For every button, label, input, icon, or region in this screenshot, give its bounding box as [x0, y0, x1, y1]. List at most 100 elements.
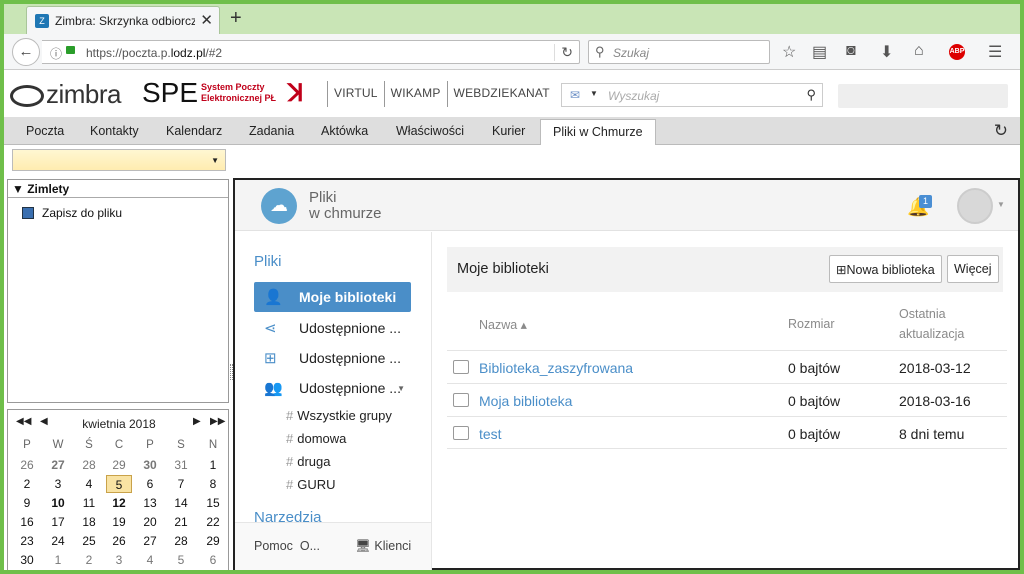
chevron-down-icon[interactable]: ▼ [997, 200, 1005, 209]
calendar-day[interactable]: 26 [12, 456, 42, 474]
tab-aktowka[interactable]: Aktówka [321, 124, 368, 138]
mail-envelope-icon[interactable]: ✉ [570, 88, 580, 102]
group-domowa[interactable]: # domowa [286, 431, 346, 446]
calendar-day[interactable]: 1 [43, 551, 73, 569]
calendar-day[interactable]: 23 [12, 532, 42, 550]
column-size[interactable]: Rozmiar [788, 317, 835, 331]
calendar-day[interactable]: 30 [135, 456, 165, 474]
notification-bell-icon[interactable]: 🔔 1 [907, 195, 932, 218]
nav-shared-2[interactable]: ⊞ Udostępnione ... [254, 343, 411, 373]
calendar-day[interactable]: 29 [198, 532, 228, 550]
more-button[interactable]: Więcej [947, 255, 999, 283]
zimlets-header[interactable]: ▼ Zimlety [8, 180, 228, 198]
table-row[interactable]: Biblioteka_zaszyfrowana 0 bajtów 2018-03-1… [447, 350, 1007, 383]
zimbra-logo[interactable]: zimbra [10, 79, 122, 110]
calendar-day[interactable]: 27 [135, 532, 165, 550]
refresh-icon[interactable]: ↻ [994, 121, 1008, 141]
calendar-day[interactable]: 4 [74, 475, 104, 493]
next-month-icon[interactable]: ▶ [193, 416, 201, 427]
info-icon[interactable]: ⓘ [50, 45, 62, 62]
calendar-day[interactable]: 3 [43, 475, 73, 493]
column-updated-line2[interactable]: aktualizacja [899, 327, 964, 341]
zimlet-save-to-file[interactable]: Zapisz do pliku [22, 206, 122, 220]
calendar-day[interactable]: 26 [104, 532, 134, 550]
nav-shared-3[interactable]: 👥 Udostępnione ... ▼ [254, 373, 411, 403]
close-tab-icon[interactable]: ✕ [200, 11, 213, 29]
calendar-day[interactable]: 5 [166, 551, 196, 569]
calendar-day[interactable]: 4 [135, 551, 165, 569]
chevron-down-icon[interactable]: ▼ [590, 89, 598, 98]
calendar-day[interactable]: 19 [104, 513, 134, 531]
link-wikamp[interactable]: WIKAMP [383, 81, 447, 107]
browser-search-input[interactable]: ⚲ Szukaj [588, 40, 770, 64]
calendar-day[interactable]: 6 [135, 475, 165, 493]
zimbra-search-input[interactable]: ✉ ▼ Wyszukaj ⚲ [561, 83, 823, 107]
calendar-day-today[interactable]: 5 [106, 475, 132, 493]
library-name[interactable]: test [479, 426, 502, 442]
url-bar[interactable]: ⓘ https://poczta.p.lodz.pl/#2 ↻ [42, 40, 580, 64]
calendar-day[interactable]: 17 [43, 513, 73, 531]
calendar-day[interactable]: 13 [135, 494, 165, 512]
chevron-down-icon[interactable]: ▼ [397, 384, 405, 393]
calendar-day[interactable]: 3 [104, 551, 134, 569]
calendar-day[interactable]: 18 [74, 513, 104, 531]
calendar-day[interactable]: 25 [74, 532, 104, 550]
library-name[interactable]: Biblioteka_zaszyfrowana [479, 360, 633, 376]
calendar-day[interactable]: 15 [198, 494, 228, 512]
calendar-day[interactable]: 21 [166, 513, 196, 531]
link-virtul[interactable]: VIRTUL [327, 81, 384, 107]
column-updated-line1[interactable]: Ostatnia [899, 307, 946, 321]
folder-select[interactable]: ▼ [12, 149, 226, 171]
calendar-day[interactable]: 7 [166, 475, 196, 493]
back-button[interactable]: ← [12, 38, 40, 66]
calendar-day[interactable]: 1 [198, 456, 228, 474]
reader-view-icon[interactable]: ▤ [812, 42, 827, 62]
calendar-day[interactable]: 9 [12, 494, 42, 512]
footer-help-link[interactable]: Pomoc O... [254, 539, 320, 553]
new-library-button[interactable]: ⊞Nowa biblioteka [829, 255, 942, 283]
tab-kontakty[interactable]: Kontakty [90, 124, 139, 138]
chevron-down-icon[interactable]: ▼ [211, 156, 219, 165]
calendar-day[interactable]: 11 [74, 494, 104, 512]
reload-icon[interactable]: ↻ [554, 44, 573, 61]
lock-icon[interactable] [66, 46, 75, 54]
calendar-day[interactable]: 2 [74, 551, 104, 569]
browser-tab[interactable]: Z Zimbra: Skrzynka odbiorcz... ✕ [26, 6, 220, 34]
table-row[interactable]: Moja biblioteka 0 bajtów 2018-03-16 [447, 383, 1007, 416]
calendar-day[interactable]: 27 [43, 456, 73, 474]
calendar-day[interactable]: 12 [104, 494, 134, 512]
table-row[interactable]: test 0 bajtów 8 dni temu [447, 416, 1007, 449]
tab-kalendarz[interactable]: Kalendarz [166, 124, 222, 138]
link-webdziekanat[interactable]: WEBDZIEKANAT [446, 81, 556, 107]
group-all[interactable]: # Wszystkie grupy [286, 408, 392, 423]
calendar-day[interactable]: 28 [74, 456, 104, 474]
tab-wlasciwosci[interactable]: Właściwości [396, 124, 464, 138]
next-year-icon[interactable]: ▶▶ [210, 416, 225, 427]
adblock-icon[interactable]: ABP [949, 44, 965, 60]
calendar-day[interactable]: 24 [43, 532, 73, 550]
home-icon[interactable]: ⌂ [914, 42, 924, 60]
calendar-day[interactable]: 20 [135, 513, 165, 531]
group-druga[interactable]: # druga [286, 454, 330, 469]
pocket-icon[interactable]: ◙ [846, 42, 856, 60]
tab-poczta[interactable]: Poczta [26, 124, 64, 138]
footer-clients-link[interactable]: 🖥 Klienci [355, 539, 411, 554]
group-guru[interactable]: # GURU [286, 477, 336, 492]
tab-kurier[interactable]: Kurier [492, 124, 525, 138]
bookmark-star-icon[interactable]: ☆ [782, 42, 796, 62]
calendar-day[interactable]: 31 [166, 456, 196, 474]
calendar-day[interactable]: 30 [12, 551, 42, 569]
nav-shared-1[interactable]: ⋖ Udostępnione ... [254, 313, 411, 343]
tab-zadania[interactable]: Zadania [249, 124, 294, 138]
calendar-day[interactable]: 16 [12, 513, 42, 531]
library-name[interactable]: Moja biblioteka [479, 393, 572, 409]
new-tab-icon[interactable]: + [230, 7, 242, 30]
download-icon[interactable]: ⬇ [880, 42, 893, 62]
column-name[interactable]: Nazwa ▴ [479, 317, 527, 332]
calendar-day[interactable]: 10 [43, 494, 73, 512]
calendar-day[interactable]: 14 [166, 494, 196, 512]
calendar-day[interactable]: 8 [198, 475, 228, 493]
calendar-day[interactable]: 6 [198, 551, 228, 569]
calendar-day[interactable]: 28 [166, 532, 196, 550]
nav-my-libraries[interactable]: 👤 Moje biblioteki [254, 282, 411, 312]
